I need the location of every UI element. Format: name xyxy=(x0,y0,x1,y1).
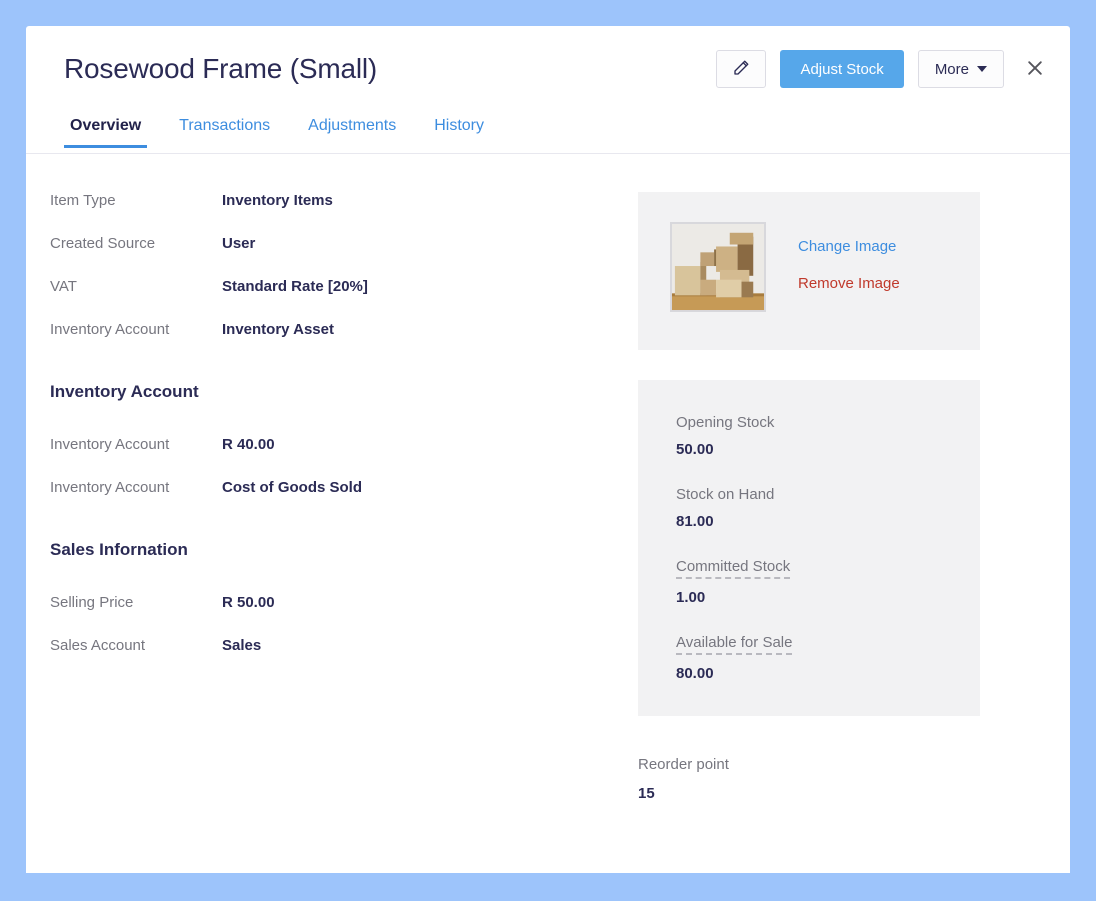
inventory-row-cost: Inventory Account R 40.00 xyxy=(50,436,638,453)
adjust-stock-button[interactable]: Adjust Stock xyxy=(780,50,904,88)
detail-value: Inventory Items xyxy=(222,192,333,209)
chevron-down-icon xyxy=(977,66,987,72)
detail-label: Item Type xyxy=(50,192,116,209)
detail-row-vat: VAT Standard Rate [20%] xyxy=(50,278,638,295)
edit-button[interactable] xyxy=(716,50,767,88)
more-button-label: More xyxy=(934,60,969,78)
more-button[interactable]: More xyxy=(917,50,1004,88)
stock-summary-panel: Opening Stock 50.00 Stock on Hand 81.00 … xyxy=(638,380,980,716)
detail-label: Inventory Account xyxy=(50,479,170,496)
header-actions: Adjust Stock More xyxy=(716,50,1058,88)
detail-label: Inventory Account xyxy=(50,436,170,453)
page-title: Rosewood Frame (Small) xyxy=(64,53,378,84)
detail-row-created-source: Created Source User xyxy=(50,235,638,252)
section-title-sales-information: Sales Infornation xyxy=(50,540,188,559)
tab-history[interactable]: History xyxy=(428,116,490,147)
reorder-point-value: 15 xyxy=(638,785,655,802)
change-image-link[interactable]: Change Image xyxy=(798,238,900,255)
tab-overview[interactable]: Overview xyxy=(64,116,148,148)
tab-bar: Overview Transactions Adjustments Histor… xyxy=(26,116,1070,154)
detail-value: Standard Rate [20%] xyxy=(222,278,368,295)
detail-label: Created Source xyxy=(50,235,156,252)
summary-column: Change Image Remove Image Opening Stock … xyxy=(638,192,1070,802)
detail-value: R 50.00 xyxy=(222,594,275,611)
reorder-point-block: Reorder point 15 xyxy=(638,756,980,802)
detail-label: Selling Price xyxy=(50,594,134,611)
detail-row-item-type: Item Type Inventory Items xyxy=(50,192,638,209)
item-detail-card: Rosewood Frame (Small) Adjust Stock More xyxy=(26,26,1070,873)
detail-value: User xyxy=(222,235,256,252)
sales-row-selling-price: Selling Price R 50.00 xyxy=(50,594,638,611)
item-thumbnail[interactable] xyxy=(670,222,766,312)
detail-value: Inventory Asset xyxy=(222,321,334,338)
tab-adjustments[interactable]: Adjustments xyxy=(302,116,402,147)
boxes-photo-icon xyxy=(671,223,765,311)
stat-label: Opening Stock xyxy=(676,414,775,431)
stat-label[interactable]: Committed Stock xyxy=(676,558,791,579)
stat-opening-stock: Opening Stock 50.00 xyxy=(676,414,980,458)
stat-value: 80.00 xyxy=(676,665,714,682)
item-image-panel: Change Image Remove Image xyxy=(638,192,980,350)
reorder-point-label: Reorder point xyxy=(638,756,729,773)
stat-label: Stock on Hand xyxy=(676,486,775,503)
pencil-icon xyxy=(732,59,750,80)
stat-available-for-sale: Available for Sale 80.00 xyxy=(676,634,980,682)
detail-row-inventory-account: Inventory Account Inventory Asset xyxy=(50,321,638,338)
detail-value: Sales xyxy=(222,637,262,654)
stat-value: 50.00 xyxy=(676,441,714,458)
detail-label: Sales Account xyxy=(50,637,146,654)
image-actions: Change Image Remove Image xyxy=(798,222,900,292)
detail-label: VAT xyxy=(50,278,77,295)
stat-value: 1.00 xyxy=(676,589,706,606)
detail-value: R 40.00 xyxy=(222,436,275,453)
stat-stock-on-hand: Stock on Hand 81.00 xyxy=(676,486,980,530)
tab-transactions[interactable]: Transactions xyxy=(173,116,276,147)
inventory-row-account: Inventory Account Cost of Goods Sold xyxy=(50,479,638,496)
detail-label: Inventory Account xyxy=(50,321,170,338)
card-body: Item Type Inventory Items Created Source… xyxy=(26,154,1070,802)
remove-image-link[interactable]: Remove Image xyxy=(798,275,900,292)
close-icon xyxy=(1025,58,1045,81)
stat-value: 81.00 xyxy=(676,513,714,530)
sales-row-sales-account: Sales Account Sales xyxy=(50,637,638,654)
detail-value: Cost of Goods Sold xyxy=(222,479,362,496)
details-column: Item Type Inventory Items Created Source… xyxy=(26,192,638,802)
stat-label[interactable]: Available for Sale xyxy=(676,634,793,655)
stat-committed-stock: Committed Stock 1.00 xyxy=(676,558,980,606)
card-header: Rosewood Frame (Small) Adjust Stock More xyxy=(26,26,1070,116)
close-button[interactable] xyxy=(1018,52,1052,86)
section-title-inventory-account: Inventory Account xyxy=(50,382,199,401)
